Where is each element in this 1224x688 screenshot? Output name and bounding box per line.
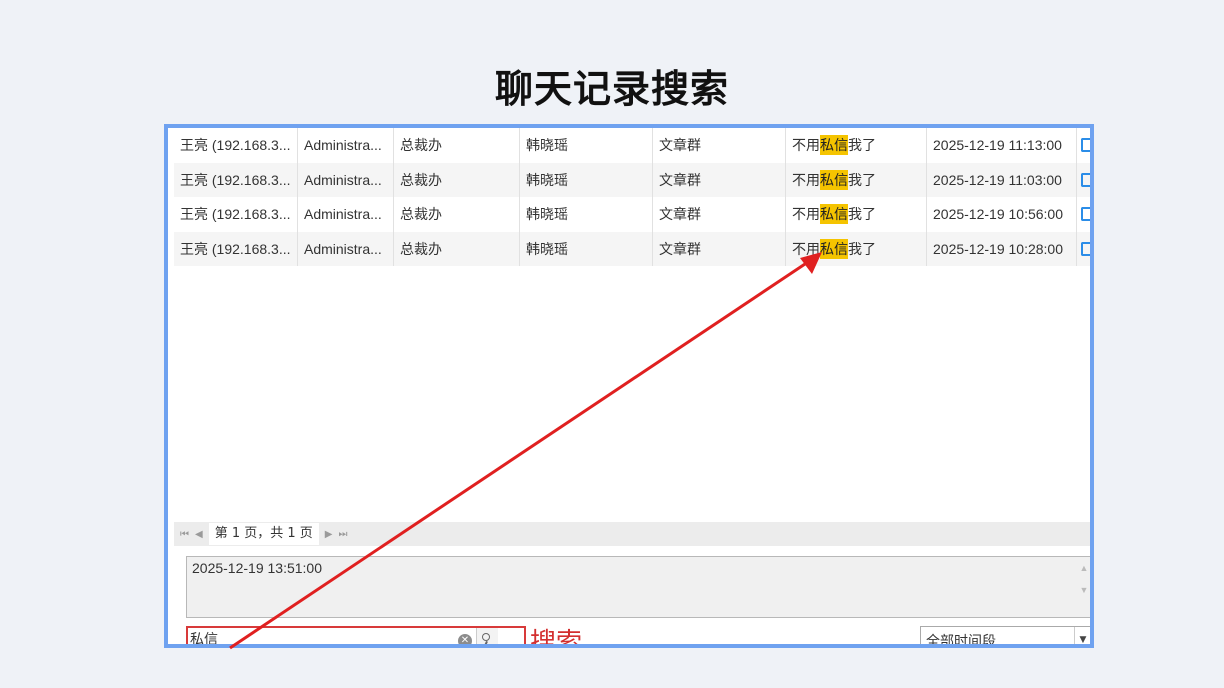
message-text: 不用 xyxy=(792,240,820,257)
account-text: Administra... xyxy=(304,137,382,154)
receiver-text: 韩晓瑶 xyxy=(526,171,568,188)
search-annotation-label: 搜索 xyxy=(530,628,583,648)
last-page-icon[interactable]: ⏭ xyxy=(338,529,347,540)
department-text: 总裁办 xyxy=(400,137,442,154)
message-text: 我了 xyxy=(848,137,876,154)
chat-window-icon[interactable] xyxy=(1081,172,1090,187)
table-row[interactable]: 王亮 (192.168.3... Administra... 总裁办 韩晓瑶 文章群 不用… xyxy=(174,162,1090,197)
message-text: 不用 xyxy=(792,137,820,154)
group-cell: 文章群 xyxy=(653,162,786,197)
account-cell: Administra... xyxy=(298,128,394,163)
account-text: Administra... xyxy=(304,240,382,257)
receiver-text: 韩晓瑶 xyxy=(526,206,568,223)
first-page-icon[interactable]: ⏮ xyxy=(180,529,189,540)
group-cell: 文章群 xyxy=(653,128,786,163)
sender-text: 王亮 (192.168.3... xyxy=(180,206,291,223)
chat-search-window: 王亮 (192.168.3... Administra... 总裁办 韩晓瑶 文章群 不用… xyxy=(164,124,1094,648)
group-cell: 文章群 xyxy=(653,197,786,232)
time-cell: 2025-12-19 10:56:00 xyxy=(927,197,1077,232)
sender-cell: 王亮 (192.168.3... xyxy=(174,162,298,197)
sender-text: 王亮 (192.168.3... xyxy=(180,137,291,154)
chat-window-icon[interactable] xyxy=(1081,207,1090,222)
time-cell: 2025-12-19 11:13:00 xyxy=(927,128,1077,163)
group-cell: 文章群 xyxy=(653,231,786,266)
time-text: 2025-12-19 11:03:00 xyxy=(933,171,1062,188)
sender-cell: 王亮 (192.168.3... xyxy=(174,197,298,232)
department-text: 总裁办 xyxy=(400,171,442,188)
keyword-highlight: 私信 xyxy=(820,238,848,259)
page-info: 第 1 页，共 1 页 xyxy=(208,523,319,545)
receiver-cell: 韩晓瑶 xyxy=(520,128,653,163)
sender-cell: 王亮 (192.168.3... xyxy=(174,128,298,163)
receiver-text: 韩晓瑶 xyxy=(526,137,568,154)
receiver-cell: 韩晓瑶 xyxy=(520,197,653,232)
search-input[interactable] xyxy=(190,631,450,644)
receiver-cell: 韩晓瑶 xyxy=(520,231,653,266)
message-text: 我了 xyxy=(848,171,876,188)
pagination-bar: ⏮ ◀ 第 1 页，共 1 页 ▶ ⏭ xyxy=(174,522,1090,546)
receiver-cell: 韩晓瑶 xyxy=(520,162,653,197)
receiver-text: 韩晓瑶 xyxy=(526,240,568,257)
keyword-highlight: 私信 xyxy=(820,169,848,190)
search-box: ✕ xyxy=(186,626,526,644)
prev-page-icon[interactable]: ◀ xyxy=(195,529,203,540)
sender-cell: 王亮 (192.168.3... xyxy=(174,231,298,266)
account-text: Administra... xyxy=(304,171,382,188)
department-cell: 总裁办 xyxy=(394,128,520,163)
page-title: 聊天记录搜索 xyxy=(494,67,729,111)
time-text: 2025-12-19 10:56:00 xyxy=(933,206,1063,223)
department-cell: 总裁办 xyxy=(394,231,520,266)
message-text: 我了 xyxy=(848,240,876,257)
message-detail: 2025-12-19 13:51:00 ▲ ▼ xyxy=(186,556,1090,618)
group-text: 文章群 xyxy=(659,171,701,188)
account-cell: Administra... xyxy=(298,231,394,266)
message-text: 不用 xyxy=(792,206,820,223)
time-range-value: 全部时间段 xyxy=(926,634,996,648)
group-text: 文章群 xyxy=(659,240,701,257)
group-text: 文章群 xyxy=(659,206,701,223)
message-cell: 不用 私信 我了 xyxy=(786,231,927,266)
search-icon xyxy=(482,633,490,641)
time-cell: 2025-12-19 11:03:00 xyxy=(927,162,1077,197)
search-button[interactable] xyxy=(476,628,498,644)
message-cell: 不用 私信 我了 xyxy=(786,197,927,232)
detail-scrollbar[interactable]: ▲ ▼ xyxy=(1077,557,1090,617)
table-row[interactable]: 王亮 (192.168.3... Administra... 总裁办 韩晓瑶 文章群 不用… xyxy=(174,128,1090,163)
time-text: 2025-12-19 11:13:00 xyxy=(933,137,1062,154)
next-page-icon[interactable]: ▶ xyxy=(325,529,333,540)
clear-icon[interactable]: ✕ xyxy=(458,634,472,644)
department-cell: 总裁办 xyxy=(394,162,520,197)
time-text: 2025-12-19 10:28:00 xyxy=(933,240,1063,257)
table-row[interactable]: 王亮 (192.168.3... Administra... 总裁办 韩晓瑶 文章群 不用… xyxy=(174,231,1090,266)
sender-text: 王亮 (192.168.3... xyxy=(180,171,291,188)
message-cell: 不用 私信 我了 xyxy=(786,128,927,163)
account-text: Administra... xyxy=(304,206,382,223)
results-table: 王亮 (192.168.3... Administra... 总裁办 韩晓瑶 文章群 不用… xyxy=(174,128,1090,266)
table-row[interactable]: 王亮 (192.168.3... Administra... 总裁办 韩晓瑶 文章群 不用… xyxy=(174,197,1090,232)
department-text: 总裁办 xyxy=(400,206,442,223)
keyword-highlight: 私信 xyxy=(820,135,848,156)
time-cell: 2025-12-19 10:28:00 xyxy=(927,231,1077,266)
detail-timestamp: 2025-12-19 13:51:00 xyxy=(192,560,322,576)
sender-text: 王亮 (192.168.3... xyxy=(180,240,291,257)
chat-window-icon[interactable] xyxy=(1081,241,1090,256)
chevron-down-icon: ▼ xyxy=(1074,627,1090,644)
account-cell: Administra... xyxy=(298,197,394,232)
keyword-highlight: 私信 xyxy=(820,204,848,225)
department-cell: 总裁办 xyxy=(394,197,520,232)
message-cell: 不用 私信 我了 xyxy=(786,162,927,197)
chat-window-icon[interactable] xyxy=(1081,138,1090,153)
group-text: 文章群 xyxy=(659,137,701,154)
department-text: 总裁办 xyxy=(400,240,442,257)
message-text: 我了 xyxy=(848,206,876,223)
time-range-select[interactable]: 全部时间段 ▼ xyxy=(920,626,1090,648)
message-text: 不用 xyxy=(792,171,820,188)
account-cell: Administra... xyxy=(298,162,394,197)
